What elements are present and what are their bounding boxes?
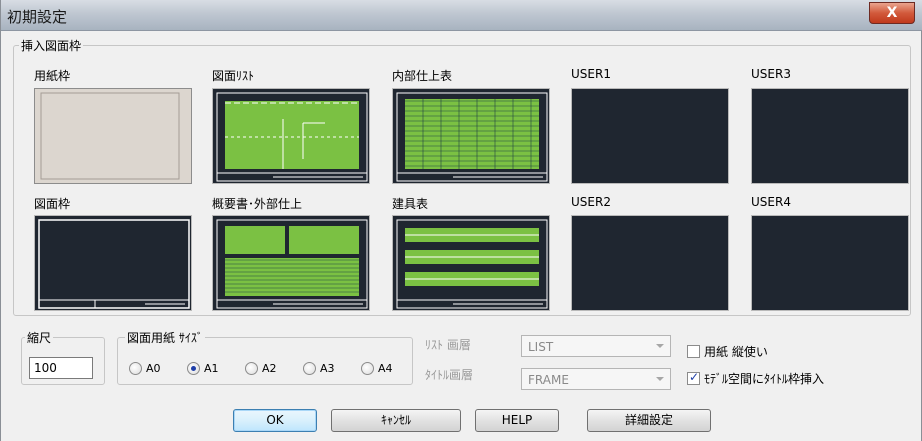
frame-thumbnail[interactable] [34,215,192,311]
model-space-checkbox-box[interactable] [687,370,700,385]
portrait-checkbox-box[interactable] [687,345,700,358]
ok-button[interactable]: OK [233,409,317,432]
chevron-down-icon [656,377,664,381]
frame-label: USER2 [571,195,611,209]
list-layer-label: ﾘｽﾄ 画層 [425,338,471,352]
frame-label: USER4 [751,195,791,209]
title-layer-label: ﾀｲﾄﾙ画層 [425,368,474,382]
list-layer-value: LIST [528,340,554,354]
radio-circle[interactable] [187,362,200,375]
portrait-checkbox-label: 用紙 縦使い [704,345,768,359]
title-layer-value: FRAME [528,373,569,387]
frame-thumbnail[interactable] [571,88,729,184]
model-space-checkbox[interactable]: ﾓﾃﾞﾙ空間にﾀｲﾄﾙ枠挿入 [687,370,824,387]
frame-label: 内部仕上表 [392,69,453,83]
close-button[interactable]: X [869,2,915,24]
frame-thumbnail[interactable] [751,88,909,184]
radio-circle[interactable] [129,362,142,375]
help-button[interactable]: HELP [475,409,559,432]
list-layer-select[interactable]: LIST [521,335,671,357]
detail-settings-button[interactable]: 詳細設定 [587,409,711,432]
radio-label: A4 [378,362,393,375]
paper-size-radio-a1[interactable]: A1 [187,362,219,375]
radio-label: A2 [262,362,277,375]
paper-size-radio-a0[interactable]: A0 [129,362,161,375]
frame-thumbnail[interactable] [571,215,729,311]
frame-label: USER3 [751,67,791,81]
frame-label: 概要書･外部仕上 [212,197,303,211]
portrait-checkbox[interactable]: 用紙 縦使い [687,343,768,360]
paper-size-legend: 図面用紙 ｻｲｽﾞ [125,329,205,346]
frame-thumbnail[interactable] [212,88,370,184]
radio-label: A0 [146,362,161,375]
title-bar[interactable]: 初期設定 X [1,0,922,31]
dialog-title: 初期設定 [7,8,68,26]
paper-size-radio-a3[interactable]: A3 [303,362,335,375]
frame-label: USER1 [571,67,611,81]
initial-settings-dialog: 初期設定 X 挿入図面枠 用紙枠 図面ﾘｽﾄ 内部仕上表 USER1 USER3 図面枠 概… [0,0,922,441]
chevron-down-icon [656,344,664,348]
scale-legend: 縮尺 [25,329,54,346]
frame-label: 図面枠 [34,197,71,211]
radio-label: A3 [320,362,335,375]
paper-size-radio-a4[interactable]: A4 [361,362,393,375]
model-space-checkbox-label: ﾓﾃﾞﾙ空間にﾀｲﾄﾙ枠挿入 [704,372,825,386]
title-layer-select[interactable]: FRAME [521,368,671,390]
radio-circle[interactable] [245,362,258,375]
frame-thumbnail[interactable] [212,215,370,311]
radio-circle[interactable] [361,362,374,375]
frame-thumbnail[interactable] [392,88,550,184]
cancel-button[interactable]: ｷｬﾝｾﾙ [331,409,461,432]
frame-label: 用紙枠 [34,69,71,83]
frame-thumbnail[interactable] [392,215,550,311]
frame-thumbnail[interactable] [34,88,192,184]
insert-frame-legend: 挿入図面枠 [19,37,84,54]
paper-size-radio-a2[interactable]: A2 [245,362,277,375]
scale-input[interactable]: 100 [29,357,93,379]
radio-circle[interactable] [303,362,316,375]
radio-label: A1 [204,362,219,375]
frame-label: 図面ﾘｽﾄ [212,69,255,83]
frame-thumbnail[interactable] [751,215,909,311]
frame-label: 建具表 [392,197,429,211]
